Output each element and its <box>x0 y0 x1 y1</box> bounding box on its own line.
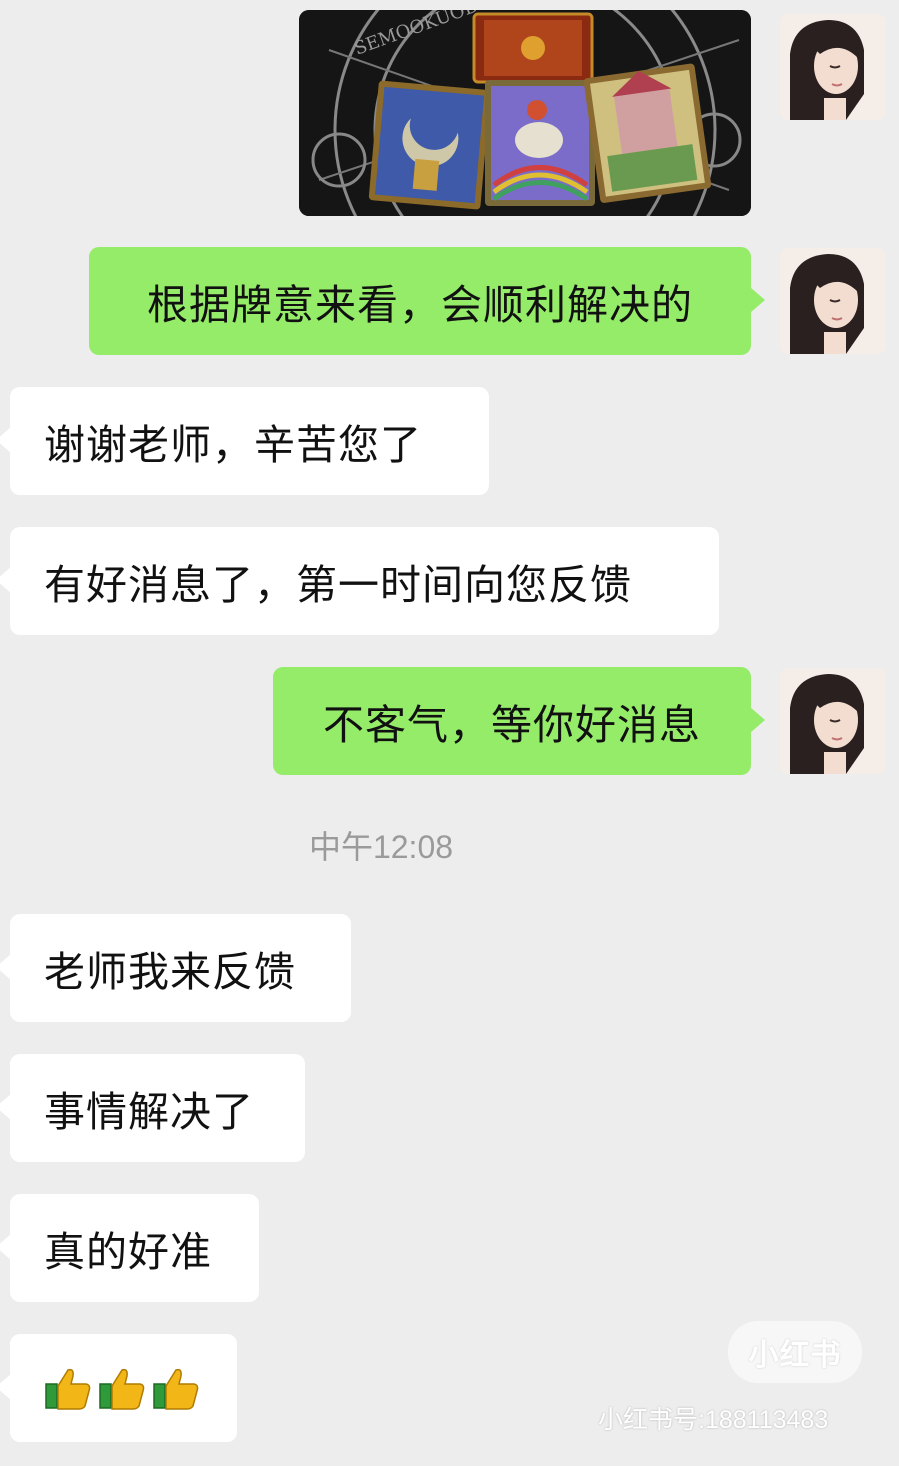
message-timestamp: 中午12:08 <box>308 829 454 865</box>
message-text: 不客气，等你好消息 <box>323 701 701 749</box>
message-bubble-outgoing[interactable]: 根据牌意来看，会顺利解决的 <box>89 247 765 355</box>
message-bubble-incoming[interactable]: 老师我来反馈 <box>0 914 351 1022</box>
tarot-cards-photo: SEMOOKUOD <box>299 10 751 216</box>
xiaohongshu-watermark-logo: 小红书 <box>728 1321 862 1383</box>
emoji-row <box>44 1364 200 1412</box>
message-bubble-incoming[interactable]: 事情解决了 <box>0 1054 305 1162</box>
thumbs-up-icon <box>45 1368 91 1410</box>
chat-area[interactable]: SEMOOKUOD 根据牌意来看，会顺利解决的 谢谢老师，辛苦您了 有好消息了，… <box>0 0 899 1466</box>
message-bubble-incoming[interactable]: 真的好准 <box>0 1194 259 1302</box>
message-bubble-outgoing[interactable]: 不客气，等你好消息 <box>273 667 765 775</box>
message-text: 事情解决了 <box>44 1088 254 1136</box>
thumbs-up-icon <box>99 1368 145 1410</box>
own-avatar[interactable] <box>780 14 886 120</box>
own-avatar[interactable] <box>780 248 886 354</box>
message-text: 老师我来反馈 <box>44 948 296 996</box>
message-text: 有好消息了，第一时间向您反馈 <box>44 561 632 609</box>
message-bubble-incoming[interactable]: 谢谢老师，辛苦您了 <box>0 387 489 495</box>
avatar-girl-icon <box>780 248 886 354</box>
xiaohongshu-watermark-id: 小红书号:188113483 <box>598 1406 829 1434</box>
own-avatar[interactable] <box>780 668 886 774</box>
thumbs-up-icon <box>153 1368 199 1410</box>
message-bubble-incoming[interactable]: 有好消息了，第一时间向您反馈 <box>0 527 719 635</box>
avatar-girl-icon <box>780 14 886 120</box>
message-text: 真的好准 <box>44 1228 212 1276</box>
message-text: 根据牌意来看，会顺利解决的 <box>147 281 693 329</box>
message-bubble-incoming-emoji[interactable] <box>0 1334 237 1442</box>
tarot-cards-image-message[interactable]: SEMOOKUOD <box>299 10 751 216</box>
message-text: 谢谢老师，辛苦您了 <box>44 421 422 469</box>
avatar-girl-icon <box>780 668 886 774</box>
